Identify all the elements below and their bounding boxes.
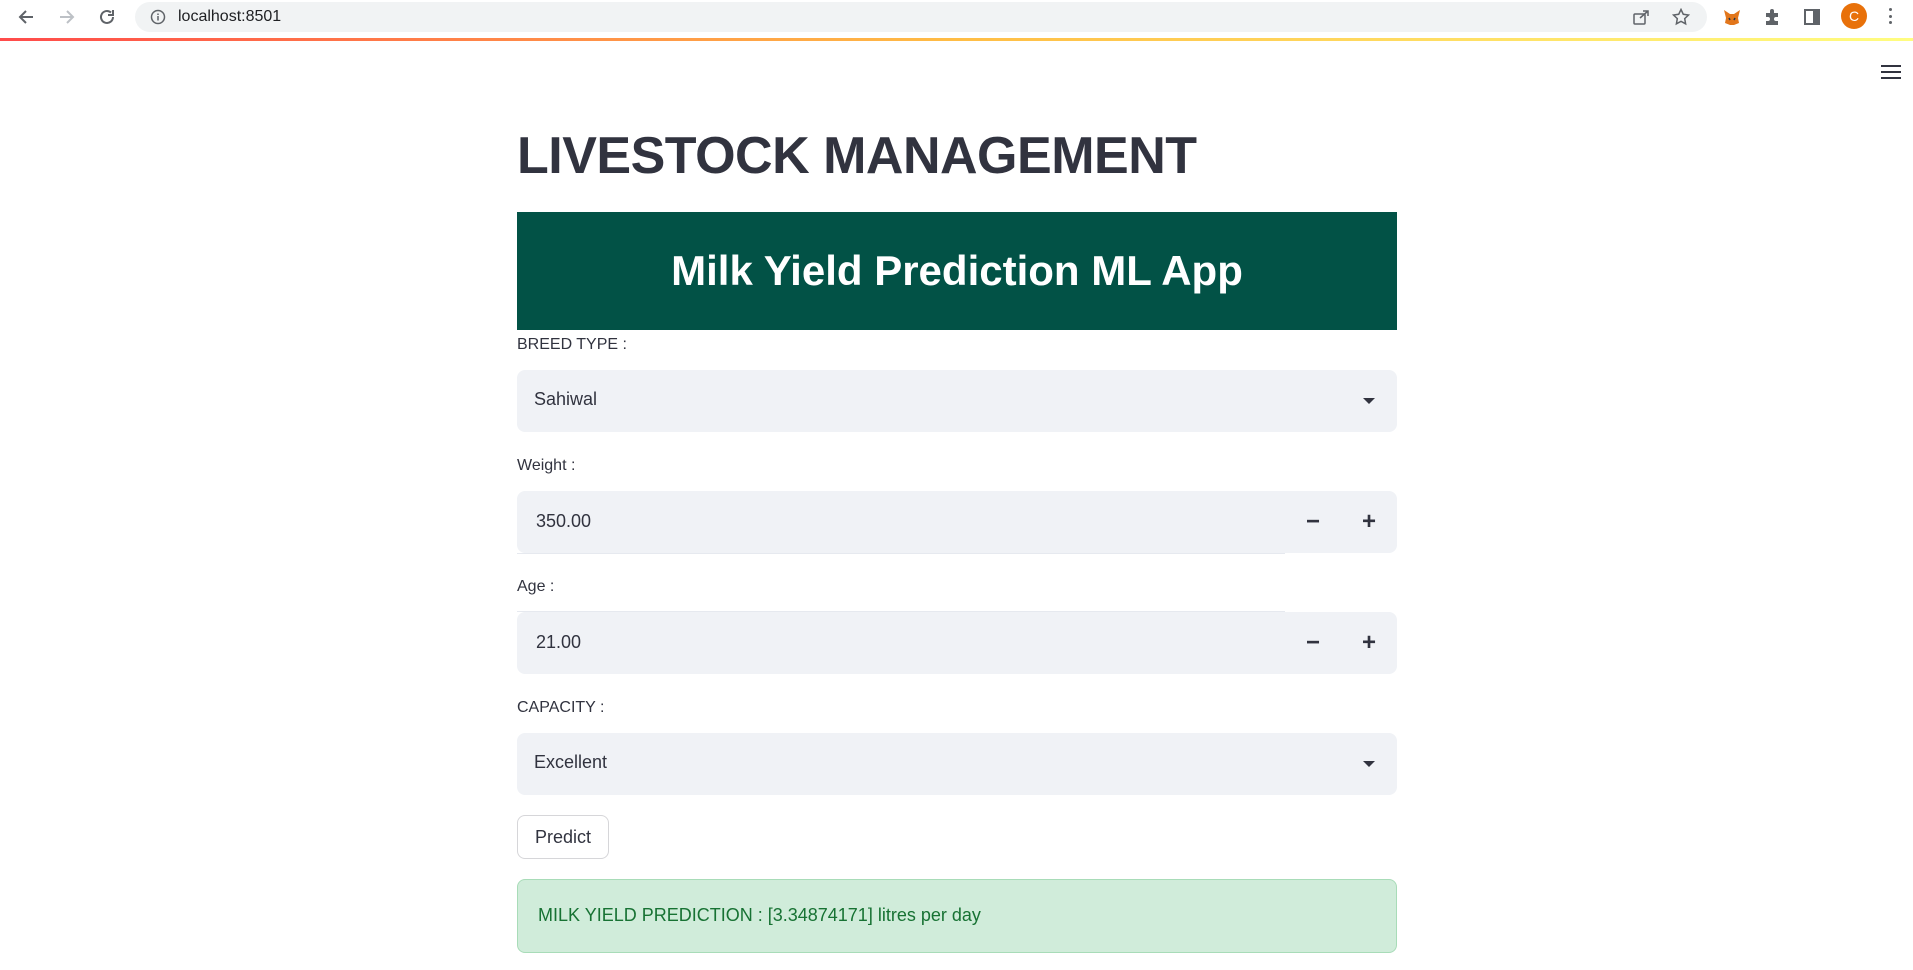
info-icon[interactable]: [150, 9, 166, 25]
browser-menu-icon[interactable]: [1883, 6, 1897, 26]
main-menu-icon[interactable]: [1881, 64, 1901, 80]
fox-extension-icon[interactable]: [1722, 7, 1742, 27]
capacity-select[interactable]: Excellent: [517, 733, 1397, 795]
age-input[interactable]: 21.00 − +: [517, 612, 1397, 674]
prediction-result-text: MILK YIELD PREDICTION : [3.34874171] lit…: [538, 905, 981, 925]
breed-type-label: BREED TYPE :: [517, 336, 627, 353]
weight-underline: [517, 553, 1285, 554]
side-panel-icon[interactable]: [1802, 7, 1822, 27]
capacity-label: CAPACITY :: [517, 699, 605, 716]
breed-type-select[interactable]: Sahiwal: [517, 370, 1397, 432]
url-text[interactable]: localhost:8501: [178, 8, 281, 26]
app-banner: Milk Yield Prediction ML App: [517, 212, 1397, 330]
breed-type-value: Sahiwal: [534, 389, 598, 409]
banner-title: Milk Yield Prediction ML App: [671, 247, 1243, 294]
forward-button[interactable]: [54, 4, 80, 30]
header-decoration-bar: [0, 38, 1913, 41]
arrow-right-icon: [60, 10, 75, 24]
puzzle-extensions-icon[interactable]: [1762, 7, 1782, 27]
predict-button[interactable]: Predict: [517, 815, 609, 859]
age-increment-button[interactable]: +: [1341, 612, 1397, 674]
weight-input[interactable]: 350.00 − +: [517, 491, 1397, 554]
capacity-value: Excellent: [534, 752, 608, 772]
weight-decrement-button[interactable]: −: [1285, 491, 1341, 553]
share-icon[interactable]: [1632, 8, 1650, 26]
weight-label: Weight :: [517, 457, 576, 474]
weight-increment-button[interactable]: +: [1341, 491, 1397, 553]
browser-toolbar: localhost:8501 C: [0, 0, 1913, 34]
age-value[interactable]: 21.00: [536, 632, 581, 653]
profile-avatar[interactable]: C: [1841, 3, 1867, 29]
age-label: Age :: [517, 578, 555, 595]
prediction-result-alert: MILK YIELD PREDICTION : [3.34874171] lit…: [517, 879, 1397, 953]
back-button[interactable]: [13, 4, 39, 30]
arrow-left-icon: [18, 10, 33, 24]
page-title: LIVESTOCK MANAGEMENT: [517, 127, 1197, 185]
star-icon[interactable]: [1672, 8, 1690, 26]
chevron-down-icon: [1363, 398, 1375, 404]
reload-icon: [100, 9, 114, 24]
weight-value[interactable]: 350.00: [536, 511, 591, 532]
chevron-down-icon: [1363, 761, 1375, 767]
address-bar[interactable]: localhost:8501: [135, 2, 1707, 32]
age-decrement-button[interactable]: −: [1285, 612, 1341, 674]
reload-button[interactable]: [94, 4, 120, 30]
